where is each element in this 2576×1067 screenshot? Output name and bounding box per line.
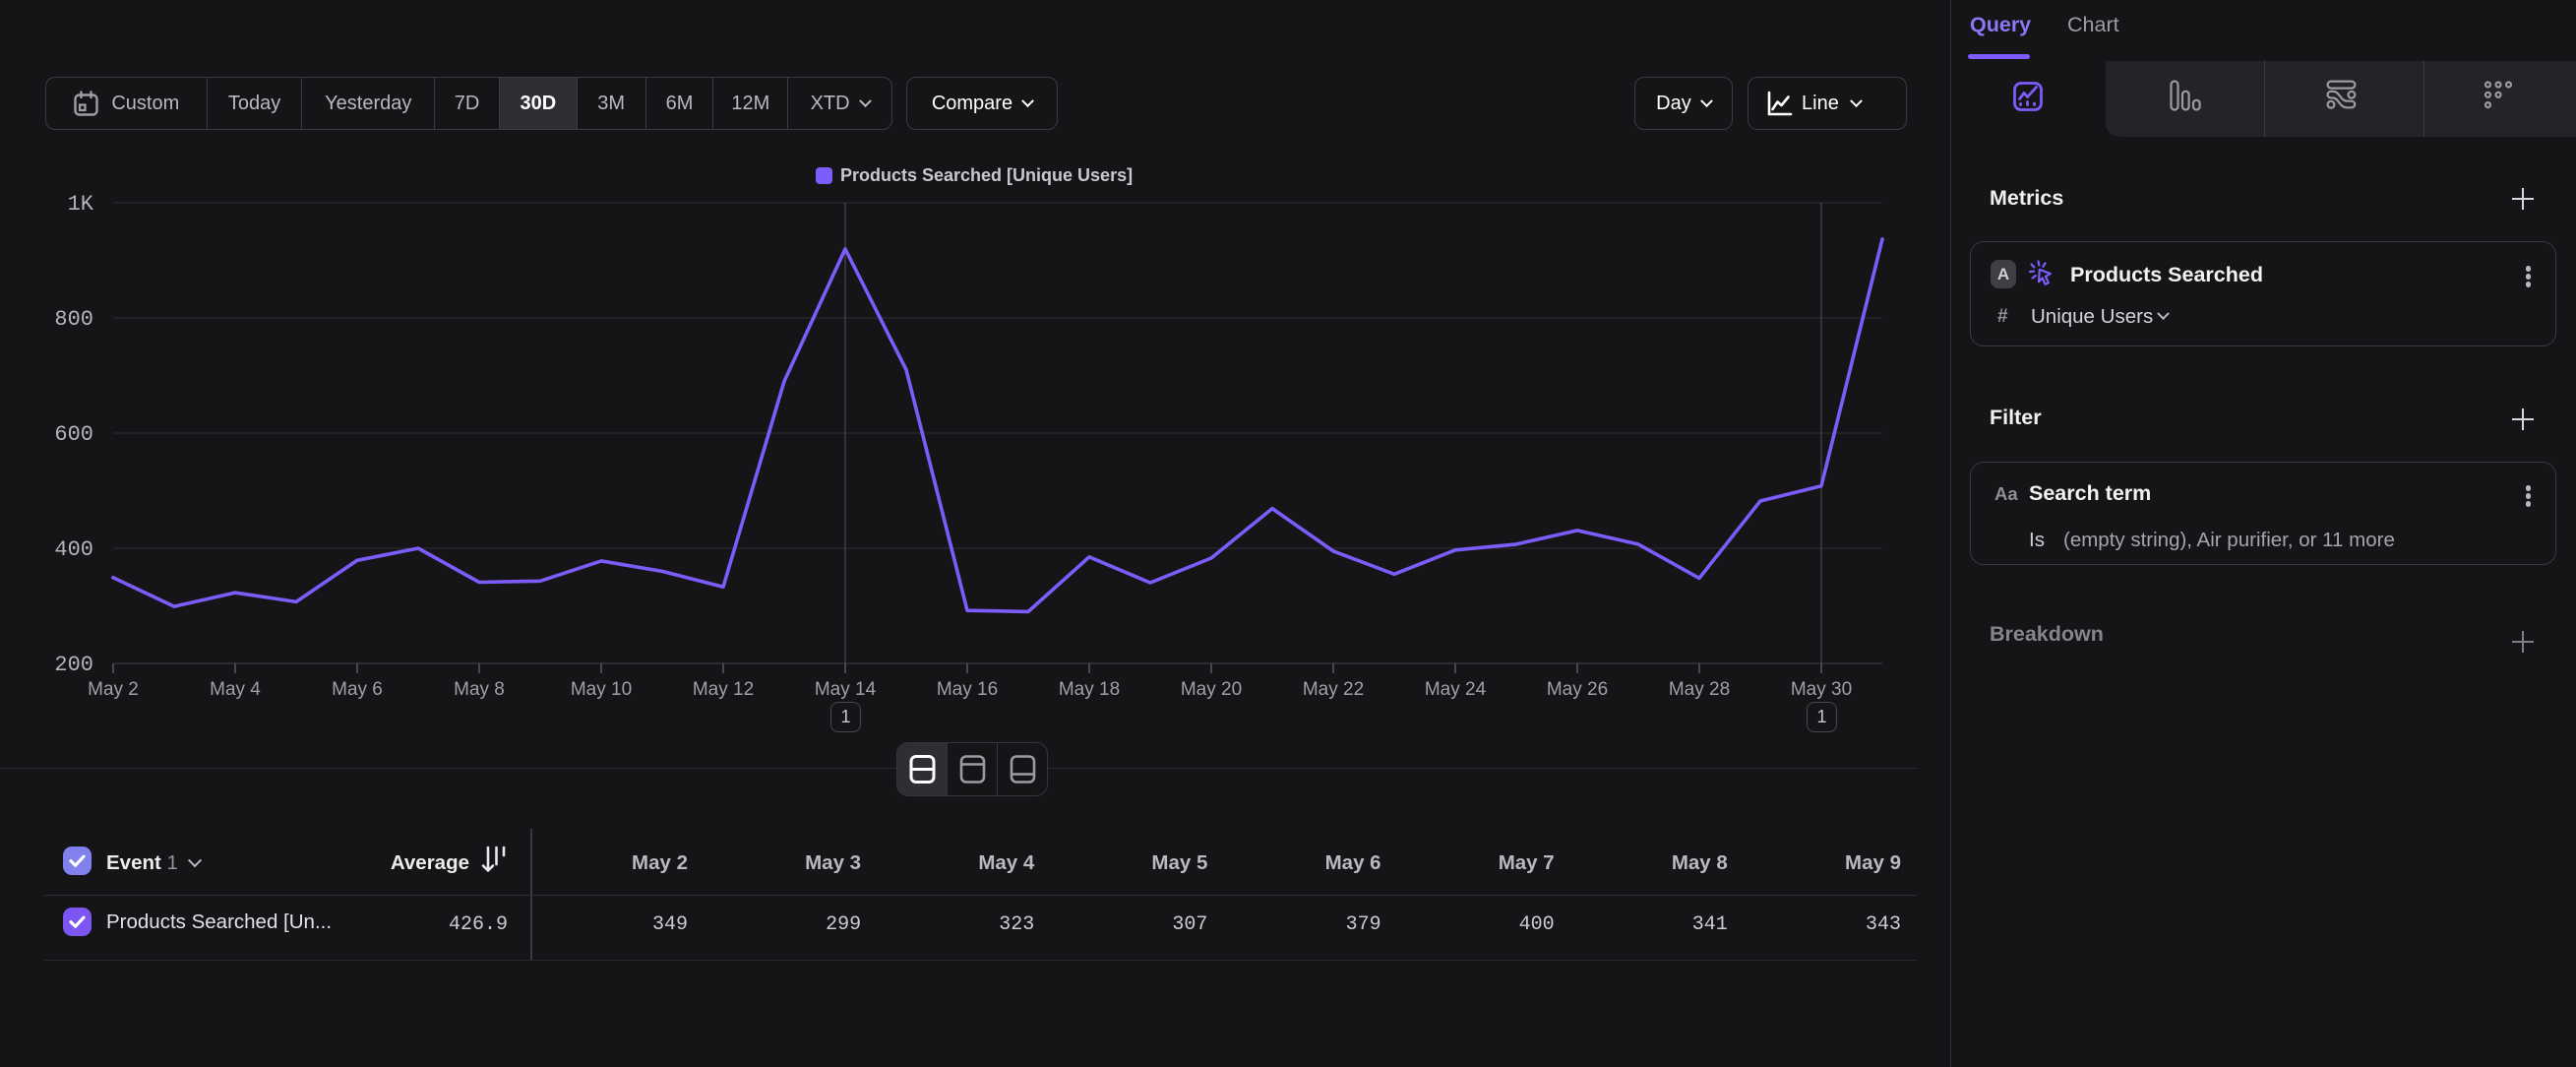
svg-text:May 2: May 2	[88, 679, 139, 700]
svg-text:May 26: May 26	[1547, 679, 1608, 700]
svg-text:May 20: May 20	[1181, 679, 1242, 700]
svg-text:May 6: May 6	[332, 679, 383, 700]
svg-text:May 10: May 10	[571, 679, 632, 700]
svg-text:May 16: May 16	[937, 679, 998, 700]
svg-text:May 14: May 14	[815, 679, 877, 700]
svg-text:800: 800	[54, 307, 93, 332]
svg-text:May 28: May 28	[1669, 679, 1730, 700]
svg-text:May 24: May 24	[1425, 679, 1487, 700]
svg-text:May 12: May 12	[693, 679, 754, 700]
svg-text:400: 400	[54, 537, 93, 562]
svg-text:May 22: May 22	[1303, 679, 1364, 700]
svg-text:200: 200	[54, 653, 93, 677]
svg-text:1K: 1K	[68, 192, 94, 217]
svg-text:May 4: May 4	[210, 679, 261, 700]
svg-text:May 18: May 18	[1059, 679, 1120, 700]
svg-text:May 8: May 8	[454, 679, 505, 700]
svg-text:May 30: May 30	[1791, 679, 1852, 700]
svg-text:600: 600	[54, 422, 93, 447]
